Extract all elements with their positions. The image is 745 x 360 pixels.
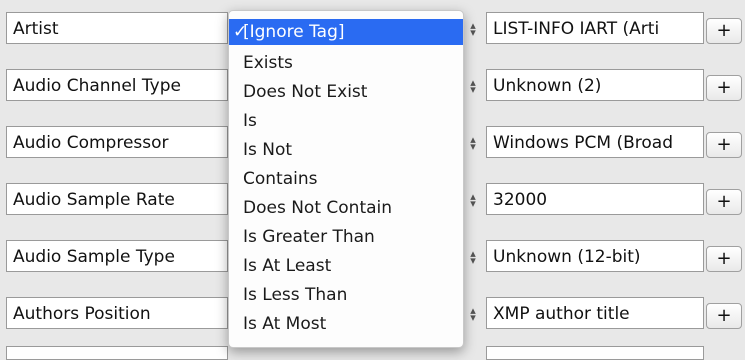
menu-item-label: Does Not Exist <box>243 82 368 102</box>
arrow-down-icon: ▾ <box>470 83 476 96</box>
menu-item-exists[interactable]: Exists <box>229 49 463 77</box>
arrow-down-icon: ▾ <box>470 197 476 210</box>
value-text: XMP author title <box>493 304 630 324</box>
arrow-down-icon: ▾ <box>470 254 476 267</box>
add-button[interactable]: + <box>706 132 742 158</box>
menu-item-is-at-most[interactable]: Is At Most <box>229 310 463 338</box>
value-text: LIST-INFO IART (Arti <box>493 19 660 39</box>
menu-item-is-greater-than[interactable]: Is Greater Than <box>229 223 463 251</box>
stepper-icon[interactable]: ▴ ▾ <box>466 248 480 267</box>
add-button[interactable]: + <box>706 246 742 272</box>
stepper-icon[interactable]: ▴ ▾ <box>466 191 480 210</box>
condition-dropdown-menu[interactable]: ✓ [Ignore Tag] Exists Does Not Exist Is … <box>228 10 464 348</box>
add-button[interactable]: + <box>706 18 742 44</box>
value-field[interactable]: LIST-INFO IART (Arti <box>486 12 704 44</box>
value-field[interactable]: 32000 <box>486 183 704 215</box>
menu-item-label: Exists <box>243 53 293 73</box>
menu-item-ignore-tag[interactable]: ✓ [Ignore Tag] <box>229 19 463 45</box>
tag-field-partial[interactable] <box>6 346 228 360</box>
value-field[interactable]: XMP author title <box>486 297 704 329</box>
menu-item-does-not-contain[interactable]: Does Not Contain <box>229 194 463 222</box>
arrow-down-icon: ▾ <box>470 311 476 324</box>
menu-item-label: Is Greater Than <box>243 227 375 247</box>
tag-field[interactable]: Artist <box>6 12 228 44</box>
menu-item-does-not-exist[interactable]: Does Not Exist <box>229 78 463 106</box>
tag-field[interactable]: Audio Compressor <box>6 126 228 158</box>
menu-item-is-at-least[interactable]: Is At Least <box>229 252 463 280</box>
value-field-partial[interactable] <box>486 346 704 360</box>
value-field[interactable]: Unknown (12-bit) <box>486 240 704 272</box>
tag-field[interactable]: Audio Sample Type <box>6 240 228 272</box>
value-text: Windows PCM (Broad <box>493 133 674 153</box>
menu-item-is[interactable]: Is <box>229 107 463 135</box>
add-button[interactable]: + <box>706 303 742 329</box>
tag-label: Audio Sample Type <box>13 247 175 267</box>
value-text: 32000 <box>493 190 548 210</box>
value-field[interactable]: Windows PCM (Broad <box>486 126 704 158</box>
menu-item-is-not[interactable]: Is Not <box>229 136 463 164</box>
menu-item-label: Is Less Than <box>243 285 348 305</box>
tag-label: Artist <box>13 19 59 39</box>
tag-label: Audio Sample Rate <box>13 190 175 210</box>
menu-item-label: Is At Least <box>243 256 332 276</box>
tag-label: Authors Position <box>13 304 151 324</box>
stepper-icon[interactable]: ▴ ▾ <box>466 305 480 324</box>
stepper-icon[interactable]: ▴ ▾ <box>466 20 480 39</box>
menu-item-label: Contains <box>243 169 318 189</box>
add-button[interactable]: + <box>706 189 742 215</box>
tag-label: Audio Channel Type <box>13 76 181 96</box>
menu-item-label: Is Not <box>243 140 293 160</box>
menu-item-is-less-than[interactable]: Is Less Than <box>229 281 463 309</box>
tag-label: Audio Compressor <box>13 133 169 153</box>
stepper-icon[interactable]: ▴ ▾ <box>466 134 480 153</box>
menu-item-label: Is At Most <box>243 314 327 334</box>
menu-item-contains[interactable]: Contains <box>229 165 463 193</box>
arrow-down-icon: ▾ <box>470 140 476 153</box>
menu-item-label: Does Not Contain <box>243 198 393 218</box>
tag-field[interactable]: Audio Channel Type <box>6 69 228 101</box>
value-field[interactable]: Unknown (2) <box>486 69 704 101</box>
menu-item-label: Is <box>243 111 257 131</box>
menu-item-label: [Ignore Tag] <box>243 22 345 42</box>
stepper-icon[interactable]: ▴ ▾ <box>466 77 480 96</box>
tag-field[interactable]: Audio Sample Rate <box>6 183 228 215</box>
value-text: Unknown (12-bit) <box>493 247 641 267</box>
add-button[interactable]: + <box>706 75 742 101</box>
value-text: Unknown (2) <box>493 76 602 96</box>
arrow-down-icon: ▾ <box>470 26 476 39</box>
tag-field[interactable]: Authors Position <box>6 297 228 329</box>
